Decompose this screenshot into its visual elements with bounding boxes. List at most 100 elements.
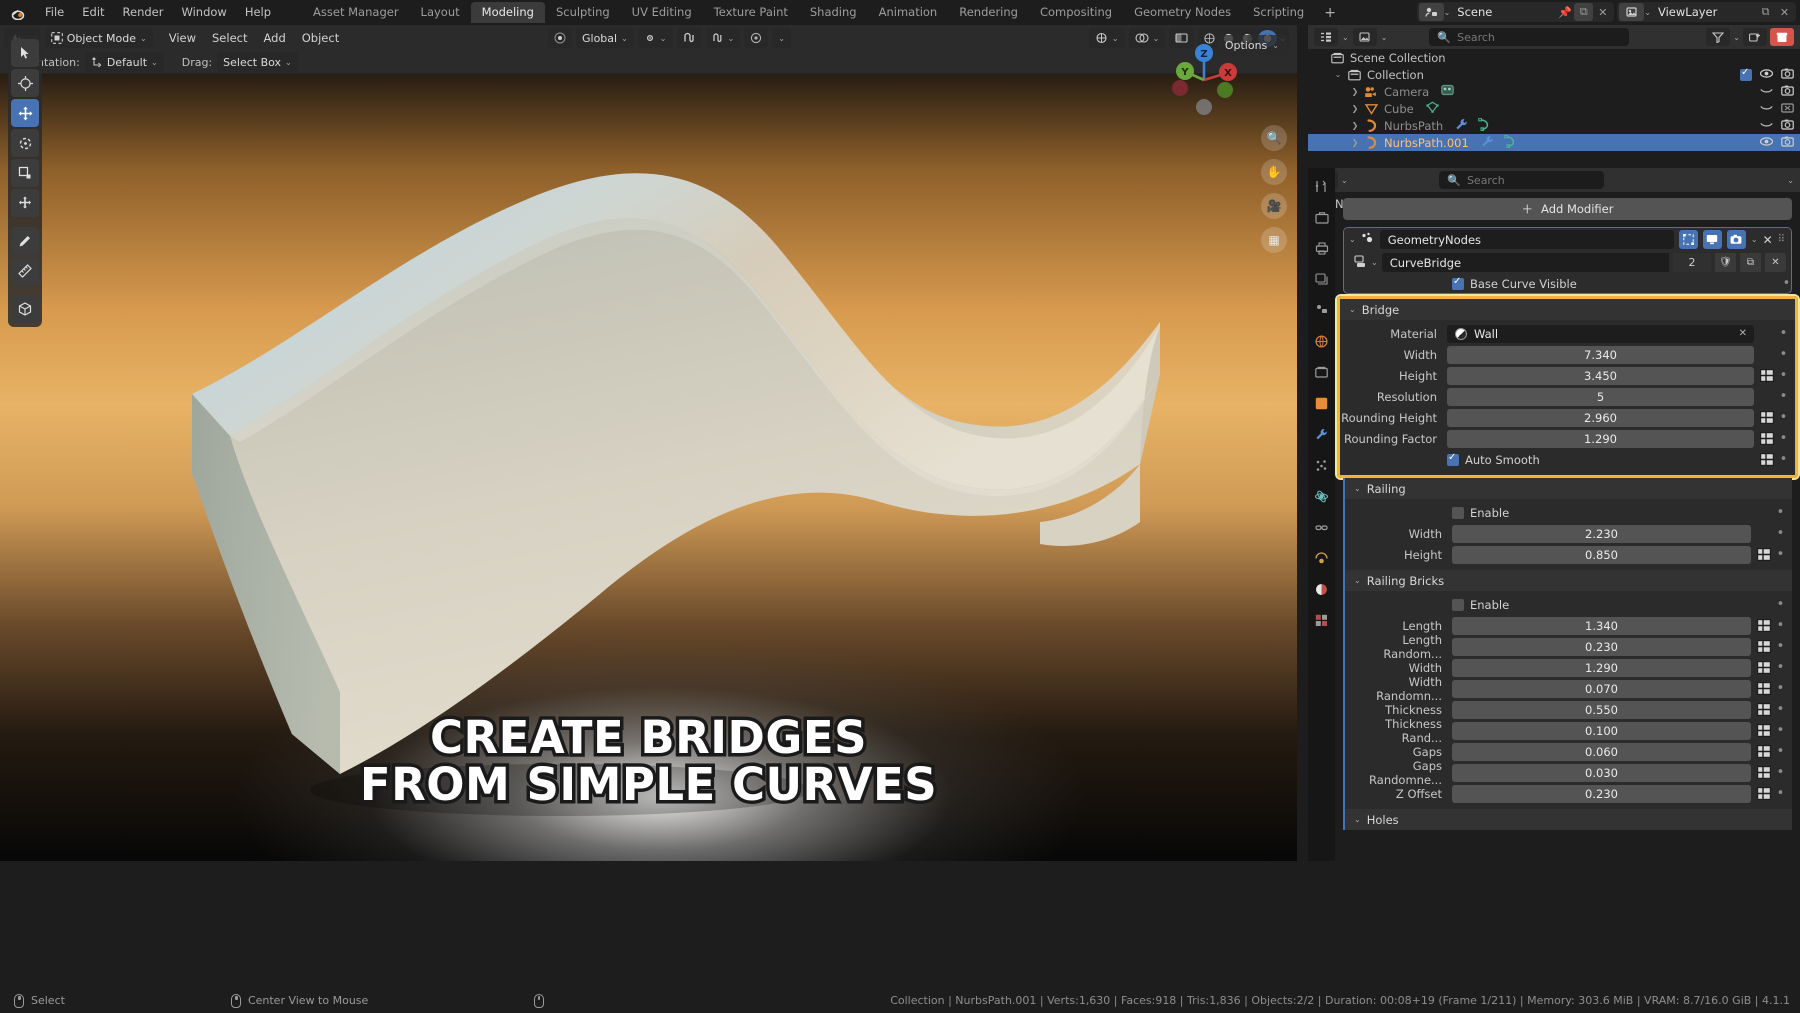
base-curve-visible-row[interactable]: Base Curve Visible • bbox=[1344, 274, 1791, 293]
viewport-overlays-toggle[interactable]: ⌄ bbox=[1128, 28, 1166, 48]
tab-collection-icon[interactable] bbox=[1312, 362, 1332, 382]
modifier-wrench-icon[interactable] bbox=[1455, 118, 1469, 134]
property-decorator-dot[interactable]: • bbox=[1776, 703, 1785, 716]
add-workspace-button[interactable]: + bbox=[1315, 5, 1345, 21]
add-modifier-button[interactable]: ＋ Add Modifier bbox=[1343, 198, 1792, 220]
property-decorator-dot[interactable]: • bbox=[1779, 348, 1788, 361]
outliner-row-collection[interactable]: ⌄ Collection bbox=[1308, 66, 1800, 83]
property-decorator-dot[interactable]: • bbox=[1776, 682, 1785, 695]
property-row-thickness-rand[interactable]: Thickness Rand... 0.100 • bbox=[1345, 717, 1792, 745]
disclosure-right-icon[interactable]: ❯ bbox=[1348, 87, 1362, 96]
zoom-icon[interactable]: 🔍 bbox=[1261, 125, 1287, 151]
curve-data-icon[interactable] bbox=[1478, 117, 1491, 134]
property-decorator-dot[interactable]: • bbox=[1776, 745, 1785, 758]
panel-collapse-chevron-icon[interactable]: ⌄ bbox=[1354, 576, 1361, 585]
property-row-height[interactable]: Height 3.450 • bbox=[1340, 365, 1795, 386]
pan-hand-icon[interactable]: ✋ bbox=[1261, 159, 1287, 185]
tab-physics-icon[interactable] bbox=[1312, 486, 1332, 506]
modifier-header[interactable]: ⌄ GeometryNodes ⌄ ✕ ⠿ bbox=[1344, 228, 1791, 251]
new-viewlayer-icon[interactable]: ⧉ bbox=[1756, 3, 1775, 21]
viewport-menu-select[interactable]: Select bbox=[204, 31, 255, 45]
snap-toggle[interactable] bbox=[676, 28, 702, 48]
property-decorator-dot[interactable]: • bbox=[1776, 724, 1785, 737]
checkbox-enable[interactable] bbox=[1452, 506, 1464, 519]
value-field[interactable]: 7.340 bbox=[1447, 345, 1754, 364]
camera-data-icon[interactable] bbox=[1441, 84, 1454, 99]
outliner-type-chevron-icon[interactable]: ⌄ bbox=[1342, 33, 1349, 42]
disclosure-right-icon[interactable]: ❯ bbox=[1348, 121, 1362, 130]
camera-view-icon[interactable]: 🎥 bbox=[1261, 193, 1287, 219]
snap-settings[interactable]: ⌄ bbox=[705, 28, 741, 48]
eye-closed-icon[interactable] bbox=[1760, 85, 1773, 99]
outliner-editor[interactable]: ⌄ ⌄ 🔍 Search ⌄ Scene Collection ⌄ Collecti… bbox=[1308, 25, 1800, 165]
node-group-user-count[interactable]: 2 bbox=[1673, 253, 1711, 272]
outliner-search-input[interactable]: 🔍 Search bbox=[1429, 28, 1630, 46]
value-field[interactable]: 0.230 bbox=[1452, 637, 1751, 656]
panel-collapse-chevron-icon[interactable]: ⌄ bbox=[1349, 305, 1356, 314]
object-mode-selector[interactable]: Object Mode ⌄ bbox=[44, 28, 153, 48]
render-display-toggle[interactable] bbox=[1726, 230, 1746, 249]
tab-constraints-icon[interactable] bbox=[1312, 517, 1332, 537]
filter-chevron-icon[interactable]: ⌄ bbox=[1733, 33, 1740, 42]
new-scene-icon[interactable]: ⧉ bbox=[1574, 3, 1594, 21]
node-group-browse-icon[interactable] bbox=[1354, 253, 1368, 272]
outliner-display-chevron-icon[interactable]: ⌄ bbox=[1381, 33, 1388, 42]
delete-viewlayer-icon[interactable]: ✕ bbox=[1775, 3, 1794, 21]
animate-property-icon[interactable] bbox=[1759, 368, 1774, 383]
animate-property-icon[interactable] bbox=[1756, 786, 1771, 801]
checkbox-enable[interactable] bbox=[1452, 598, 1464, 611]
property-row-rounding-factor[interactable]: Rounding Factor 1.290 • bbox=[1340, 428, 1795, 449]
animate-property-icon[interactable] bbox=[1756, 681, 1771, 696]
properties-type-chevron-icon[interactable]: ⌄ bbox=[1341, 176, 1348, 185]
tab-output-icon[interactable] bbox=[1312, 238, 1332, 258]
animate-property-icon[interactable] bbox=[1756, 765, 1771, 780]
node-group-unlink-icon[interactable]: ✕ bbox=[1765, 253, 1786, 272]
modifier-expand-chevron-icon[interactable]: ⌄ bbox=[1349, 235, 1356, 244]
workspace-tab-modeling[interactable]: Modeling bbox=[470, 2, 545, 23]
properties-search-input[interactable]: 🔍 Search bbox=[1439, 171, 1605, 189]
tab-material-icon[interactable] bbox=[1312, 579, 1332, 599]
proportional-falloff-selector[interactable]: ⌄ bbox=[772, 28, 791, 48]
workspace-tab-shading[interactable]: Shading bbox=[799, 2, 868, 23]
outliner-display-mode-icon[interactable] bbox=[1352, 28, 1377, 46]
value-field[interactable]: 0.850 bbox=[1452, 545, 1751, 564]
workspace-tab-texture-paint[interactable]: Texture Paint bbox=[703, 2, 799, 23]
render-visibility-icon[interactable] bbox=[1781, 68, 1794, 82]
3d-viewport[interactable]: CREATE BRIDGES FROM SIMPLE CURVES Z X Y … bbox=[0, 25, 1297, 861]
workspace-tab-layout[interactable]: Layout bbox=[410, 2, 471, 23]
tool-rotate[interactable] bbox=[11, 129, 39, 157]
animate-property-icon[interactable] bbox=[1756, 660, 1771, 675]
tool-add-cube[interactable] bbox=[11, 295, 39, 323]
panel-header-holes[interactable]: ⌄ Holes bbox=[1345, 809, 1792, 830]
workspace-tab-sculpting[interactable]: Sculpting bbox=[545, 2, 621, 23]
eye-closed-icon[interactable] bbox=[1760, 102, 1773, 116]
value-field[interactable]: 0.230 bbox=[1452, 784, 1751, 803]
outliner-row-nurbspath[interactable]: ❯ NurbsPath bbox=[1308, 117, 1800, 134]
viewport-menu-object[interactable]: Object bbox=[294, 31, 347, 45]
node-group-duplicate-icon[interactable]: ⧉ bbox=[1740, 253, 1761, 272]
node-group-chevron-icon[interactable]: ⌄ bbox=[1371, 258, 1378, 267]
orientation-default-selector[interactable]: Default ⌄ bbox=[84, 52, 164, 72]
material-clear-icon[interactable]: ✕ bbox=[1739, 328, 1747, 339]
property-row-enable[interactable]: Enable • bbox=[1345, 502, 1792, 523]
animate-property-icon[interactable] bbox=[1756, 723, 1771, 738]
property-decorator-dot[interactable]: • bbox=[1776, 506, 1785, 519]
property-row-rounding-height[interactable]: Rounding Height 2.960 • bbox=[1340, 407, 1795, 428]
proportional-edit-toggle[interactable] bbox=[744, 28, 769, 48]
property-row-gaps-randomne[interactable]: Gaps Randomne... 0.030 • bbox=[1345, 759, 1792, 787]
outliner-editor-type-icon[interactable] bbox=[1314, 28, 1338, 46]
render-visibility-icon[interactable] bbox=[1781, 102, 1794, 116]
property-row-material[interactable]: Material Wall ✕ • bbox=[1340, 323, 1795, 344]
eye-open-icon[interactable] bbox=[1759, 136, 1774, 150]
workspace-tab-rendering[interactable]: Rendering bbox=[948, 2, 1029, 23]
animate-property-icon[interactable] bbox=[1756, 702, 1771, 717]
property-decorator-dot[interactable]: • bbox=[1779, 369, 1788, 382]
modifier-close-icon[interactable]: ✕ bbox=[1763, 233, 1773, 247]
property-decorator-dot[interactable]: • bbox=[1776, 766, 1785, 779]
animate-property-icon[interactable] bbox=[1759, 431, 1774, 446]
property-decorator-dot[interactable]: • bbox=[1776, 598, 1785, 611]
mesh-data-icon[interactable] bbox=[1426, 101, 1439, 116]
realtime-display-toggle[interactable] bbox=[1702, 230, 1722, 249]
property-decorator-dot[interactable]: • bbox=[1776, 661, 1785, 674]
property-row-width[interactable]: Width 2.230 • bbox=[1345, 523, 1792, 544]
